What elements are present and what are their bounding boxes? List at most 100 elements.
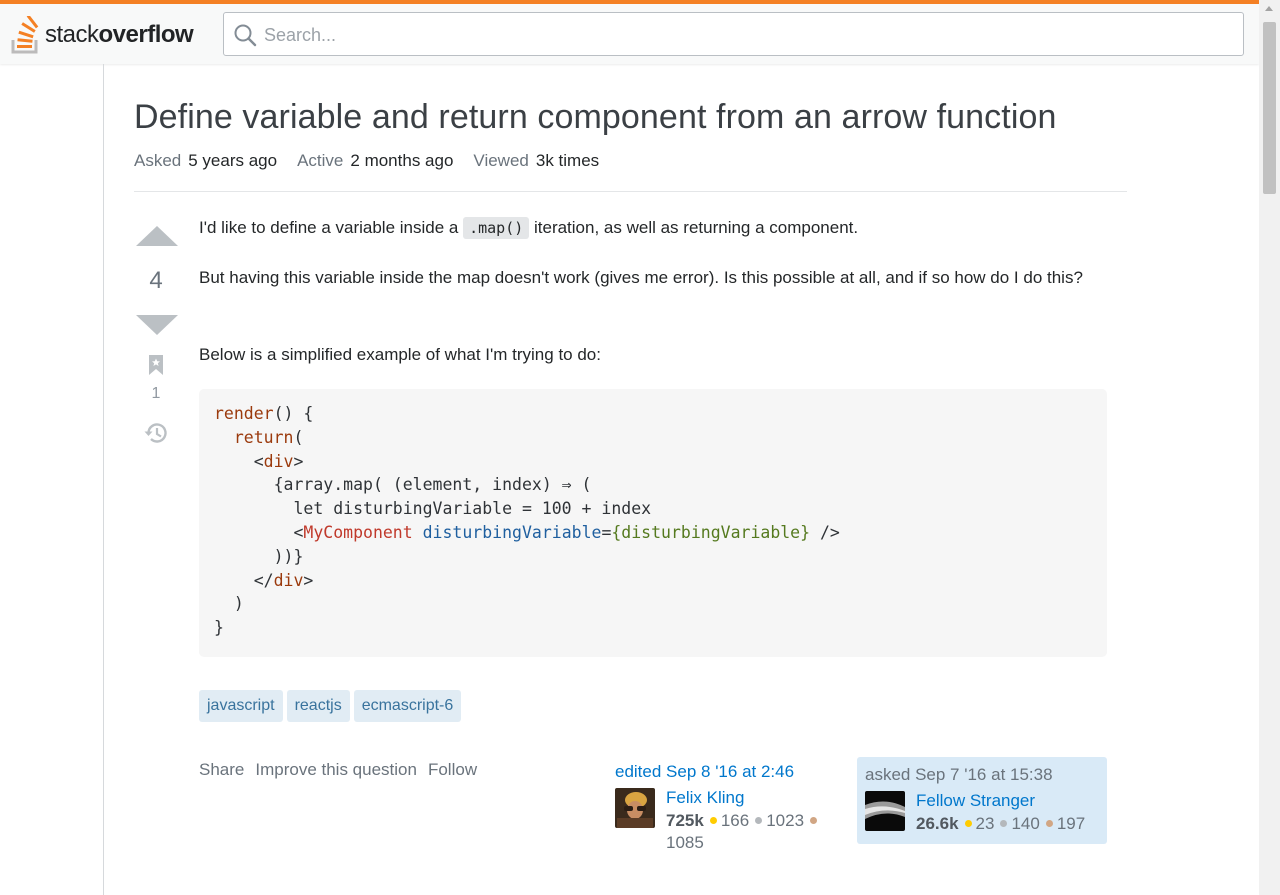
code-block[interactable]: render() { return( <div> {array.map( (el… — [199, 389, 1107, 657]
editor-avatar-image — [615, 788, 655, 828]
editor-avatar[interactable] — [615, 788, 655, 828]
bronze-badge-icon — [810, 817, 818, 825]
editor-gold-count: 166 — [720, 811, 750, 830]
body-paragraph-2: But having this variable inside the map … — [199, 268, 1083, 287]
code-tag-div-open: div — [263, 451, 294, 471]
code-l2-indent — [214, 428, 234, 447]
search-box[interactable] — [223, 12, 1244, 56]
editor-stats: 725k 166 1023 1085 — [666, 810, 838, 854]
editor-user-card: Felix Kling 725k 166 1023 1085 — [615, 788, 845, 858]
edited-timestamp[interactable]: edited Sep 8 '16 at 2:46 — [615, 762, 845, 782]
owner-signature: asked Sep 7 '16 at 15:38 Fellow Stranger… — [857, 757, 1107, 844]
editor-signature: edited Sep 8 '16 at 2:46 Felix Kling 725… — [615, 762, 845, 858]
search-input[interactable] — [262, 19, 1226, 51]
owner-stats: 26.6k 23 140 197 — [916, 813, 1088, 835]
tag-ecmascript-6[interactable]: ecmascript-6 — [353, 690, 462, 722]
vote-count: 4 — [149, 267, 163, 294]
meta-active: Active 2 months ago — [297, 151, 453, 171]
stackoverflow-logo-icon — [11, 16, 39, 54]
code-line-7: ))} — [214, 546, 304, 566]
editor-silver-count: 1023 — [766, 811, 805, 830]
owner-bronze-count: 197 — [1056, 814, 1086, 833]
code-l3-rest: > — [293, 451, 304, 471]
code-component-name: MyComponent — [303, 522, 413, 542]
inline-code-map: .map() — [463, 217, 530, 239]
owner-name[interactable]: Fellow Stranger — [916, 791, 1035, 811]
editor-bronze-count: 1085 — [666, 833, 704, 852]
silver-badge-icon — [755, 817, 763, 825]
tag-list: javascript reactjs ecmascript-6 — [199, 690, 462, 722]
left-sidebar-border — [103, 64, 104, 895]
owner-avatar[interactable] — [865, 791, 905, 831]
meta-asked-label: Asked — [134, 151, 182, 170]
bronze-badge-icon — [1045, 820, 1053, 828]
code-l3-indent: < — [214, 451, 264, 471]
code-tag-div-close: div — [273, 570, 304, 590]
code-line-4: {array.map( (element, index) ⇒ ( — [214, 475, 592, 495]
tag-reactjs[interactable]: reactjs — [286, 690, 350, 722]
code-line-9: ) — [214, 594, 244, 614]
meta-active-label: Active — [297, 151, 344, 170]
code-l1-rest: () { — [273, 404, 314, 423]
question-meta: Asked 5 years ago Active 2 months ago View… — [134, 151, 599, 171]
code-l2-rest: ( — [293, 427, 304, 447]
gold-badge-icon — [709, 817, 717, 825]
body-paragraph-3: Below is a simplified example of what I'… — [199, 345, 601, 364]
owner-user-card: Fellow Stranger 26.6k 23 140 197 — [865, 791, 1099, 861]
silver-badge-icon — [1000, 820, 1008, 828]
editor-name[interactable]: Felix Kling — [666, 788, 744, 808]
code-line-3: <div> — [214, 450, 1092, 474]
body-p1-text-before: I'd like to define a variable inside a — [199, 218, 464, 237]
owner-reputation: 26.6k — [916, 814, 959, 833]
stackoverflow-logo[interactable]: stackoverflow — [9, 15, 194, 55]
page-scrollbar[interactable] — [1259, 0, 1280, 895]
logo-text-light: stack — [45, 21, 99, 48]
owner-silver-count: 140 — [1011, 814, 1040, 833]
scroll-up-arrow-icon[interactable] — [1265, 6, 1273, 11]
question-title[interactable]: Define variable and return component fro… — [134, 98, 1057, 137]
code-line-2: return( — [214, 426, 1092, 450]
code-line-1: render() { — [214, 402, 1092, 426]
bookmark-icon[interactable] — [149, 355, 163, 375]
gold-badge-icon — [964, 820, 972, 828]
code-fn-render: render — [214, 404, 274, 423]
code-l6-indent: < — [214, 522, 304, 542]
code-line-8: </div> — [214, 569, 1092, 593]
tag-javascript[interactable]: javascript — [199, 690, 283, 722]
owner-gold-count: 23 — [975, 814, 995, 833]
code-line-10: } — [214, 618, 224, 638]
top-bar: stackoverflow — [0, 0, 1259, 64]
downvote-arrow-icon[interactable] — [136, 315, 178, 335]
meta-viewed: Viewed 3k times — [473, 151, 599, 171]
editor-reputation: 725k — [666, 811, 704, 830]
meta-viewed-value: 3k times — [535, 151, 600, 170]
owner-avatar-image — [865, 791, 905, 831]
post-menu: Share Improve this question Follow — [199, 760, 477, 780]
search-icon — [234, 24, 257, 47]
code-line-5: let disturbingVariable = 100 + index — [214, 499, 652, 519]
code-prop-value: {disturbingVariable} — [611, 522, 811, 542]
title-divider — [134, 191, 1127, 192]
code-line-6: <MyComponent disturbingVariable={disturb… — [214, 521, 1092, 545]
body-p1-text-after: iteration, as well as returning a compon… — [529, 218, 859, 237]
share-link[interactable]: Share — [199, 760, 244, 780]
body-paragraph-1: I'd like to define a variable inside a .… — [199, 214, 858, 242]
code-keyword-return: return — [233, 427, 294, 447]
improve-question-link[interactable]: Improve this question — [255, 760, 417, 780]
follow-link[interactable]: Follow — [428, 760, 477, 780]
code-l8-indent: </ — [214, 570, 274, 590]
logo-text-bold: overflow — [98, 21, 194, 48]
code-l6-rest: /> — [810, 522, 840, 542]
code-l6-eq: = — [601, 522, 612, 542]
history-icon[interactable] — [143, 420, 169, 446]
scrollbar-thumb[interactable] — [1263, 22, 1276, 194]
code-prop-name: disturbingVariable — [412, 522, 602, 542]
upvote-arrow-icon[interactable] — [136, 226, 178, 246]
meta-asked-value: 5 years ago — [188, 151, 278, 170]
code-l8-rest: > — [303, 570, 314, 590]
meta-viewed-label: Viewed — [473, 151, 529, 170]
logo-wordmark: stackoverflow — [45, 21, 194, 49]
meta-active-value[interactable]: 2 months ago — [350, 151, 453, 170]
bookmark-count: 1 — [151, 385, 161, 402]
meta-asked: Asked 5 years ago — [134, 151, 277, 171]
